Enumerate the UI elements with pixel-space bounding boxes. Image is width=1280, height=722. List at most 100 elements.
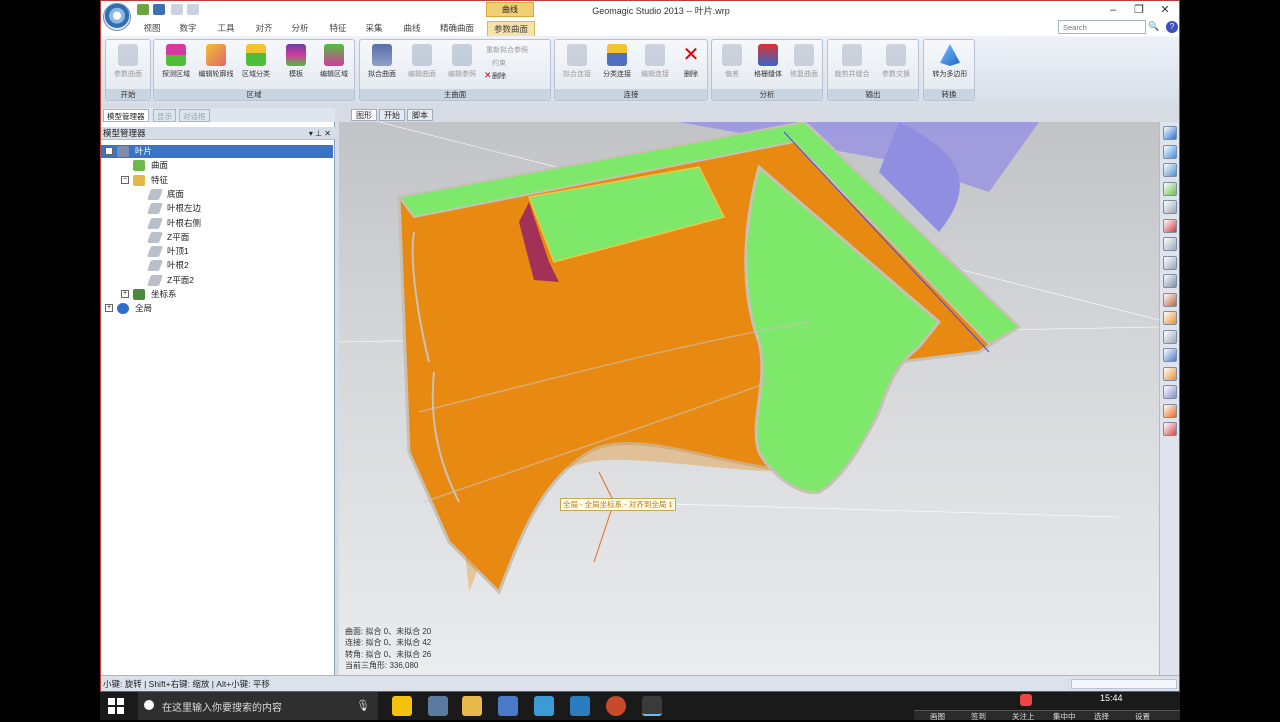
- fit-connection-button[interactable]: 拟合连接: [557, 44, 597, 88]
- view-tool-button[interactable]: [1163, 292, 1177, 307]
- blade-model[interactable]: [339, 122, 1159, 675]
- fit-surface-button[interactable]: 拟合曲面: [362, 44, 402, 88]
- edit-reference-button[interactable]: 编辑参照: [442, 44, 482, 88]
- tab-analysis[interactable]: 分析: [283, 21, 317, 36]
- view-tool-button[interactable]: [1163, 255, 1177, 270]
- tray-item[interactable]: 签到: [971, 711, 986, 722]
- tray-item[interactable]: 选择: [1094, 711, 1109, 722]
- tray-item[interactable]: 画图: [930, 711, 945, 722]
- explorer-taskbar-icon[interactable]: [462, 696, 482, 716]
- tray-item[interactable]: 关注上: [1012, 711, 1035, 722]
- parameter-exchange-button[interactable]: 参数交换: [876, 44, 916, 88]
- expand-toggle-icon[interactable]: +: [121, 290, 129, 298]
- tab-data[interactable]: 数字: [171, 21, 205, 36]
- taskbar-search-box[interactable]: 在这里输入你要搜索的内容 🎙: [138, 692, 378, 720]
- deviation-button[interactable]: 偏差: [712, 44, 752, 88]
- clock[interactable]: 15:44: [1100, 693, 1123, 703]
- edit-region-button[interactable]: 编辑区域: [314, 44, 354, 88]
- view-tool-button[interactable]: [1163, 237, 1177, 251]
- parametric-surface-button[interactable]: 参数曲面: [108, 44, 148, 88]
- expand-toggle-icon[interactable]: +: [105, 304, 113, 313]
- tab-capture[interactable]: 采集: [357, 21, 391, 36]
- geomagic-taskbar-icon[interactable]: [570, 696, 590, 716]
- constraint-button[interactable]: 约束: [492, 58, 506, 68]
- view-tool-button[interactable]: [1163, 200, 1177, 214]
- panel-pin-icon[interactable]: ▾ ⊥ ✕: [309, 127, 331, 140]
- undo-icon[interactable]: [171, 4, 183, 15]
- tab-exact-surface[interactable]: 精确曲面: [435, 21, 479, 36]
- tab-dialog[interactable]: 对话框: [179, 109, 210, 122]
- delete-small-button[interactable]: 删除: [492, 71, 506, 81]
- application-menu-button[interactable]: [103, 3, 131, 31]
- tab-parametric-surface[interactable]: 参数曲面: [487, 21, 535, 36]
- view-tool-button[interactable]: [1163, 163, 1177, 177]
- tab-curves[interactable]: 曲线: [395, 21, 429, 36]
- tab-display[interactable]: 显示: [153, 109, 176, 122]
- tree-item[interactable]: Z平面2: [101, 274, 333, 287]
- 3d-viewport[interactable]: 全局 - 全局坐标系 - 对齐到全局 1 曲面: 拟合 0、未拟合 20 连接:…: [339, 122, 1159, 675]
- tab-align[interactable]: 对齐: [247, 21, 281, 36]
- search-input[interactable]: [1058, 20, 1146, 34]
- classify-region-button[interactable]: 区域分类: [236, 44, 276, 88]
- edit-connection-button[interactable]: 编辑连接: [635, 44, 675, 88]
- app-taskbar-icon[interactable]: [428, 696, 448, 716]
- view-tool-button[interactable]: [1163, 274, 1177, 288]
- detect-region-button[interactable]: 探测区域: [156, 44, 196, 88]
- view-tool-button[interactable]: [1163, 329, 1177, 344]
- classify-connection-button[interactable]: 分类连接: [597, 44, 637, 88]
- view-tool-button[interactable]: [1163, 348, 1177, 362]
- view-tool-button[interactable]: [1163, 144, 1177, 159]
- microphone-icon[interactable]: 🎙: [356, 699, 370, 712]
- grid-body-button[interactable]: 格栅缝体: [748, 44, 788, 88]
- tree-item[interactable]: 叶根右侧: [101, 217, 333, 230]
- tree-item[interactable]: − 叶片: [101, 145, 333, 158]
- view-tool-button[interactable]: [1163, 311, 1177, 325]
- open-icon[interactable]: [137, 4, 149, 15]
- tree-item[interactable]: + 坐标系: [101, 288, 333, 301]
- view-tool-button[interactable]: [1163, 422, 1177, 436]
- ime-icon[interactable]: [1020, 694, 1032, 706]
- powerpoint-taskbar-icon[interactable]: [606, 696, 626, 716]
- tree-item[interactable]: − 特征: [101, 174, 333, 187]
- tab-view[interactable]: 视图: [135, 21, 169, 36]
- view-tool-button[interactable]: [1163, 218, 1177, 233]
- view-tool-button[interactable]: [1163, 385, 1177, 399]
- search-icon[interactable]: 🔍: [1148, 21, 1159, 32]
- to-polygon-button[interactable]: 转为多边形: [930, 44, 970, 88]
- tab-model-manager[interactable]: 模型管理器: [103, 109, 149, 122]
- active-app-taskbar-icon[interactable]: [642, 696, 662, 716]
- tree-item[interactable]: 叶根左边: [101, 202, 333, 215]
- tab-start[interactable]: 开始: [379, 109, 405, 121]
- view-tool-button[interactable]: [1163, 366, 1177, 381]
- view-tool-button[interactable]: [1163, 126, 1177, 140]
- tab-script[interactable]: 脚本: [407, 109, 433, 121]
- maximize-button[interactable]: ❐: [1127, 2, 1151, 18]
- view-tool-button[interactable]: [1163, 403, 1177, 418]
- minimize-button[interactable]: –: [1101, 2, 1125, 18]
- tree-item[interactable]: 叶顶1: [101, 245, 333, 258]
- delete-connection-button[interactable]: ✕ 删除: [671, 44, 711, 88]
- edit-contour-button[interactable]: 编辑轮廓线: [196, 44, 236, 88]
- view-tool-button[interactable]: [1163, 181, 1177, 196]
- tree-item[interactable]: Z平面: [101, 231, 333, 244]
- expand-toggle-icon[interactable]: −: [105, 147, 113, 155]
- tab-graphics[interactable]: 图形: [351, 109, 377, 121]
- tray-item[interactable]: 设置: [1135, 711, 1150, 722]
- tree-item[interactable]: 曲面: [101, 159, 333, 172]
- repair-surface-button[interactable]: 修复曲面: [784, 44, 824, 88]
- expand-toggle-icon[interactable]: −: [121, 175, 129, 184]
- tree-item[interactable]: 底面: [101, 188, 333, 201]
- tree-item[interactable]: + 全局: [101, 302, 333, 315]
- edit-surface-button[interactable]: 编辑曲面: [402, 44, 442, 88]
- tray-item[interactable]: 集中中: [1053, 711, 1076, 722]
- tab-feature[interactable]: 特征: [321, 21, 355, 36]
- help-icon[interactable]: ?: [1166, 21, 1178, 33]
- tool-taskbar-icon[interactable]: [534, 696, 554, 716]
- tab-tools[interactable]: 工具: [209, 21, 243, 36]
- trim-stitch-button[interactable]: 裁剪并缝合: [832, 44, 872, 88]
- chrome-taskbar-icon[interactable]: [392, 696, 412, 716]
- refit-reference-button[interactable]: 重新拟合参照: [486, 45, 528, 55]
- close-button[interactable]: ✕: [1153, 2, 1177, 18]
- windows-start-icon[interactable]: [108, 698, 124, 714]
- template-button[interactable]: 模板: [276, 44, 316, 88]
